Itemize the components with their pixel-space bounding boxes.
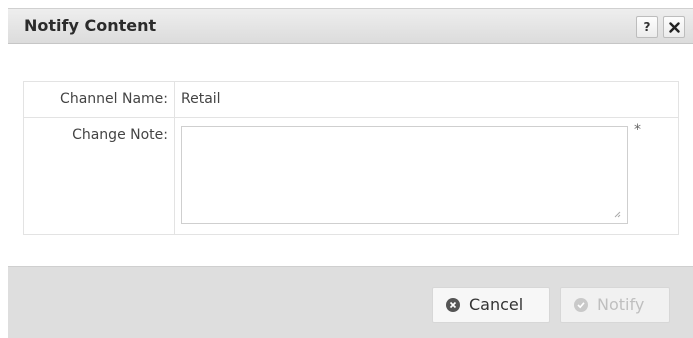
change-note-label: Change Note: xyxy=(23,117,175,235)
checkmark-icon xyxy=(574,298,588,312)
resize-grip-icon[interactable] xyxy=(613,210,621,218)
channel-name-label: Channel Name: xyxy=(23,81,175,118)
change-note-input[interactable] xyxy=(181,126,628,224)
cancel-icon xyxy=(446,298,460,312)
channel-row: Channel Name: Retail xyxy=(23,81,679,118)
channel-name-value: Retail xyxy=(174,81,679,118)
dialog-titlebar: Notify Content ? xyxy=(8,8,693,44)
help-button[interactable]: ? xyxy=(636,16,658,38)
notify-content-dialog: Notify Content ? Channel Name: Retail Ch… xyxy=(0,0,693,338)
dialog-title: Notify Content xyxy=(24,16,157,35)
notify-form: Channel Name: Retail Change Note: * xyxy=(23,81,679,235)
close-icon xyxy=(669,22,680,33)
notify-button[interactable]: Notify xyxy=(560,287,670,323)
dialog-footer: Cancel Notify xyxy=(8,266,693,338)
change-note-cell: * xyxy=(174,117,679,235)
close-button[interactable] xyxy=(663,16,685,38)
required-marker: * xyxy=(634,122,641,138)
cancel-button[interactable]: Cancel xyxy=(432,287,550,323)
cancel-button-label: Cancel xyxy=(469,295,524,314)
change-note-row: Change Note: * xyxy=(23,117,679,235)
notify-button-label: Notify xyxy=(597,295,645,314)
